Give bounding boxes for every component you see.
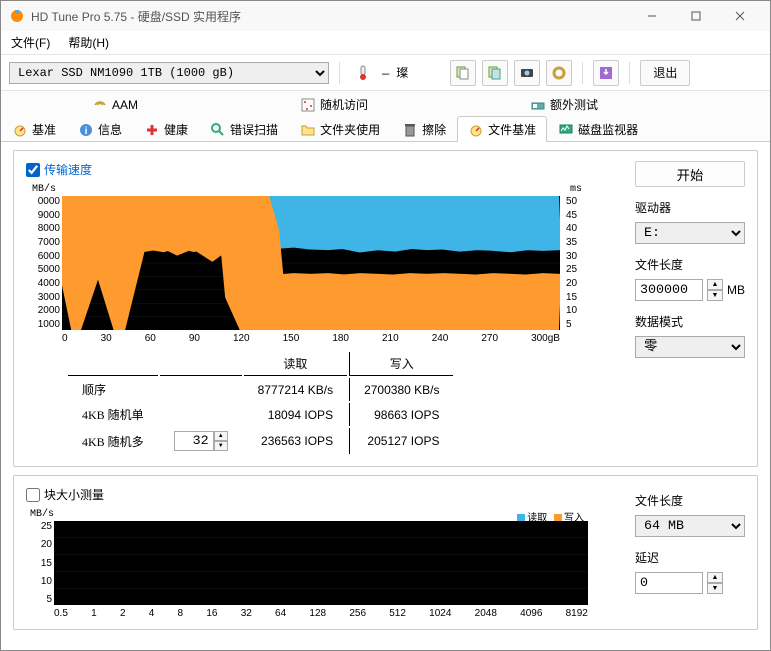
tab-strip: AAM 随机访问 额外测试 基准 i信息 健康 错误扫描 文件夹使用 擦除 文件… [1, 91, 770, 142]
x2-axis: 0.512481632641282565121024204840968192 [54, 608, 588, 619]
transfer-panel: 传输速度 MB/s ms 000090008000700060005000400… [13, 150, 758, 467]
qd-down[interactable]: ▼ [214, 441, 228, 451]
exit-button[interactable]: 退出 [640, 60, 690, 86]
qd-spinner[interactable]: ▲▼ [174, 431, 228, 451]
tab-random[interactable]: 随机访问 [289, 91, 379, 117]
tab-erase[interactable]: 擦除 [391, 116, 457, 142]
tab-aam[interactable]: AAM [81, 91, 149, 117]
filelen-up[interactable]: ▲ [707, 279, 723, 290]
tab-filebench[interactable]: 文件基准 [457, 116, 547, 142]
delay-label: 延迟 [635, 549, 745, 566]
tab-folder[interactable]: 文件夹使用 [289, 116, 391, 142]
temperature-icon[interactable] [350, 60, 376, 86]
temp-value: — 璨 [382, 64, 408, 81]
settings-button[interactable] [546, 60, 572, 86]
plot-area [62, 196, 560, 330]
y-right-unit: ms [570, 184, 582, 195]
tab-health[interactable]: 健康 [133, 116, 199, 142]
row-4kmulti-read: 236563 IOPS [244, 428, 347, 454]
separator [629, 62, 630, 84]
delay-up[interactable]: ▲ [707, 572, 723, 583]
blocksize-chart: MB/s 252015105 读取 写入 0.51248163264128256… [26, 509, 596, 619]
blocksize-checkbox-row: 块大小测量 [26, 486, 625, 503]
y2-axis: 252015105 [26, 521, 52, 605]
filelen2-label: 文件长度 [635, 492, 745, 509]
start-button[interactable]: 开始 [635, 161, 745, 187]
toolbar: Lexar SSD NM1090 1TB (1000 gB) — 璨 退出 [1, 55, 770, 91]
datamode-select[interactable]: 零 [635, 336, 745, 358]
tab-error[interactable]: 错误扫描 [199, 116, 289, 142]
qd-input[interactable] [174, 431, 214, 451]
maximize-button[interactable] [674, 2, 718, 30]
col-read: 读取 [244, 352, 347, 376]
drive-select[interactable]: E: [635, 222, 745, 244]
copy-screenshot-button[interactable] [482, 60, 508, 86]
row-seq-label: 顺序 [68, 378, 158, 401]
y2-unit: MB/s [30, 509, 54, 520]
y-left-axis: 0000900080007000600050004000300020001000 [26, 196, 60, 330]
result-table: 读取写入 顺序 8777214 KB/s2700380 KB/s 4KB 随机单 1… [66, 350, 455, 456]
filelen-unit: MB [727, 283, 745, 297]
app-icon [9, 8, 25, 24]
minimize-button[interactable] [630, 2, 674, 30]
tab-extra[interactable]: 额外测试 [519, 91, 609, 117]
menubar: 文件(F) 帮助(H) [1, 31, 770, 55]
filelen-input[interactable] [635, 279, 703, 301]
save-screenshot-button[interactable] [514, 60, 540, 86]
x-axis: 0306090120150180210240270300gB [62, 333, 560, 344]
copy-info-button[interactable] [450, 60, 476, 86]
blocksize-checkbox[interactable] [26, 488, 40, 502]
device-select[interactable]: Lexar SSD NM1090 1TB (1000 gB) [9, 62, 329, 84]
titlebar: HD Tune Pro 5.75 - 硬盘/SSD 实用程序 [1, 1, 770, 31]
plot2-area [54, 521, 588, 605]
transfer-label: 传输速度 [44, 161, 92, 178]
qd-up[interactable]: ▲ [214, 431, 228, 441]
row-4k-read: 18094 IOPS [244, 403, 347, 426]
menu-help[interactable]: 帮助(H) [64, 32, 113, 53]
svg-text:i: i [85, 126, 88, 137]
tab-monitor[interactable]: 磁盘监视器 [547, 116, 649, 142]
filelen-down[interactable]: ▼ [707, 290, 723, 301]
window-title: HD Tune Pro 5.75 - 硬盘/SSD 实用程序 [31, 8, 630, 25]
blocksize-label: 块大小测量 [44, 486, 104, 503]
delay-down[interactable]: ▼ [707, 583, 723, 594]
row-4k-write: 98663 IOPS [349, 403, 453, 426]
filelen2-select[interactable]: 64 MB [635, 515, 745, 537]
transfer-checkbox[interactable] [26, 163, 40, 177]
content-area: 传输速度 MB/s ms 000090008000700060005000400… [1, 142, 770, 650]
transfer-checkbox-row: 传输速度 [26, 161, 625, 178]
row-4kmulti-label: 4KB 随机多 [68, 428, 158, 454]
filelen-label: 文件长度 [635, 256, 745, 273]
separator [339, 62, 340, 84]
y-right-axis: 5045403530252015105 [562, 196, 596, 330]
row-4kmulti-write: 205127 IOPS [349, 428, 453, 454]
drive-label: 驱动器 [635, 199, 745, 216]
blocksize-panel: 块大小测量 MB/s 252015105 读取 写入 0.51248163264… [13, 475, 758, 630]
row-seq-read: 8777214 KB/s [244, 378, 347, 401]
y-left-unit: MB/s [32, 184, 56, 195]
menu-file[interactable]: 文件(F) [7, 32, 54, 53]
close-button[interactable] [718, 2, 762, 30]
datamode-label: 数据模式 [635, 313, 745, 330]
delay-input[interactable] [635, 572, 703, 594]
tab-info[interactable]: i信息 [67, 116, 133, 142]
separator [582, 62, 583, 84]
row-4k-label: 4KB 随机单 [68, 403, 158, 426]
tab-bench[interactable]: 基准 [1, 116, 67, 142]
row-seq-write: 2700380 KB/s [349, 378, 453, 401]
transfer-chart: MB/s ms 00009000800070006000500040003000… [26, 184, 596, 344]
col-write: 写入 [349, 352, 453, 376]
save-result-button[interactable] [593, 60, 619, 86]
